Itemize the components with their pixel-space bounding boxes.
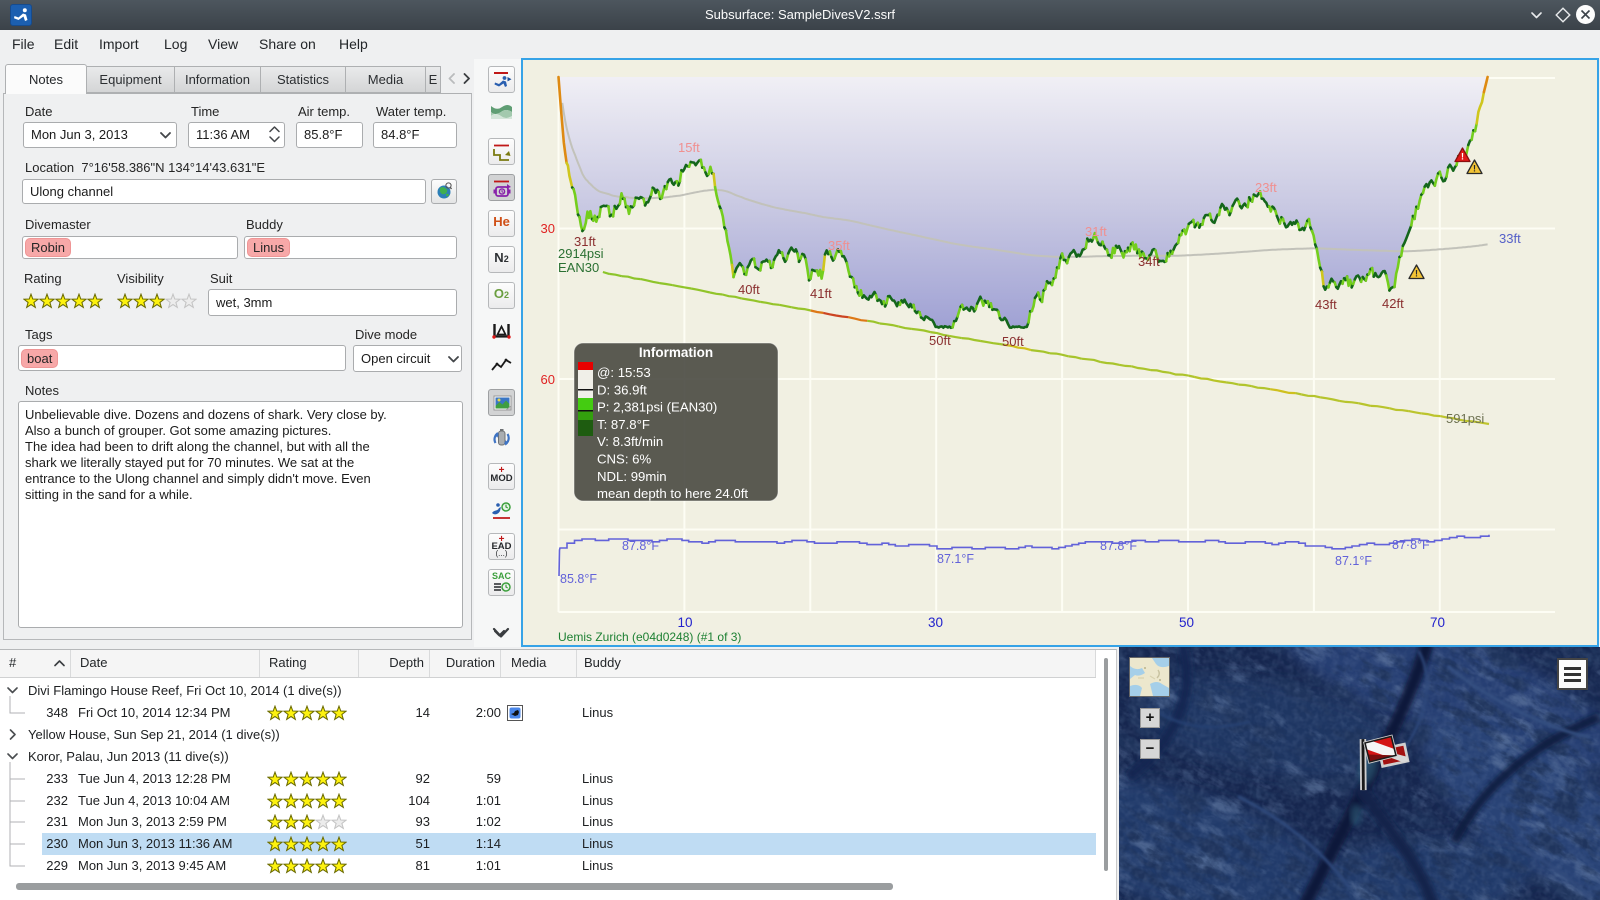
svg-text:15ft: 15ft	[678, 140, 700, 155]
svg-text:mean depth to here 24.0ft: mean depth to here 24.0ft	[597, 486, 748, 501]
svg-text:33ft: 33ft	[1499, 231, 1521, 246]
svg-text:30: 30	[928, 615, 943, 630]
svg-text:87.1°F: 87.1°F	[1335, 554, 1372, 568]
svg-text:31ft: 31ft	[1085, 224, 1107, 239]
svg-text:T: 87.8°F: T: 87.8°F	[597, 417, 650, 432]
svg-text:87.1°F: 87.1°F	[937, 552, 974, 566]
svg-text:35ft: 35ft	[828, 238, 850, 253]
svg-text:D: 36.9ft: D: 36.9ft	[597, 382, 647, 397]
svg-text:CNS: 6%: CNS: 6%	[597, 452, 652, 467]
svg-text:87.8°F: 87.8°F	[1100, 539, 1137, 553]
svg-text:50ft: 50ft	[1002, 334, 1024, 349]
svg-text:V: 8.3ft/min: V: 8.3ft/min	[597, 434, 663, 449]
svg-text:EAN30: EAN30	[558, 260, 599, 275]
svg-text:Uemis Zurich (e04d0248) (#1 of: Uemis Zurich (e04d0248) (#1 of 3)	[558, 630, 741, 644]
svg-text:34ft: 34ft	[1138, 254, 1160, 269]
svg-text:30: 30	[541, 221, 555, 236]
svg-text:@: 15:53: @: 15:53	[597, 365, 651, 380]
svg-text:Information: Information	[639, 345, 713, 360]
svg-text:50: 50	[1179, 615, 1194, 630]
svg-text:!: !	[1461, 152, 1464, 162]
svg-text:42ft: 42ft	[1382, 296, 1404, 311]
svg-text:43ft: 43ft	[1315, 297, 1337, 312]
svg-text:!: !	[1415, 269, 1418, 279]
svg-text:87.8°F: 87.8°F	[622, 539, 659, 553]
svg-text:50ft: 50ft	[929, 333, 951, 348]
svg-text:41ft: 41ft	[810, 286, 832, 301]
svg-text:591psi: 591psi	[1446, 411, 1484, 426]
svg-text:87·8°F: 87·8°F	[1392, 538, 1430, 552]
svg-text:P: 2,381psi (EAN30): P: 2,381psi (EAN30)	[597, 400, 717, 415]
svg-text:85.8°F: 85.8°F	[560, 572, 597, 586]
svg-text:NDL: 99min: NDL: 99min	[597, 469, 667, 484]
svg-text:40ft: 40ft	[738, 282, 760, 297]
svg-text:!: !	[1473, 164, 1476, 174]
svg-text:70: 70	[1430, 615, 1445, 630]
svg-text:2914psi: 2914psi	[558, 246, 604, 261]
svg-text:23ft: 23ft	[1255, 180, 1277, 195]
svg-text:60: 60	[541, 372, 555, 387]
svg-text:10: 10	[677, 615, 692, 630]
